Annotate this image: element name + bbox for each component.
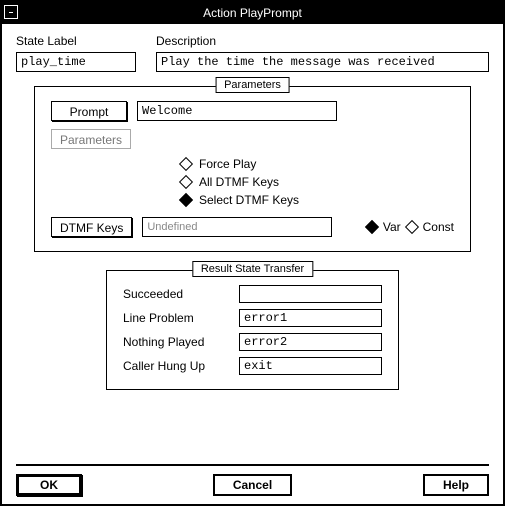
description-caption: Description [156,34,489,48]
all-dtmf-option[interactable]: All DTMF Keys [181,175,454,189]
const-label: Const [423,220,454,234]
prompt-input[interactable]: Welcome [137,101,337,121]
line-problem-input[interactable]: error1 [239,309,382,327]
nothing-played-input[interactable]: error2 [239,333,382,351]
line-problem-label: Line Problem [123,311,233,325]
all-dtmf-label: All DTMF Keys [199,175,279,189]
nothing-played-label: Nothing Played [123,335,233,349]
diamond-filled-icon [179,193,193,207]
select-dtmf-option[interactable]: Select DTMF Keys [181,193,454,207]
titlebar: Action PlayPrompt [2,2,503,24]
parameters-legend: Parameters [215,77,290,93]
select-dtmf-label: Select DTMF Keys [199,193,299,207]
system-menu-icon[interactable] [4,5,18,19]
button-bar: OK Cancel Help [2,464,503,496]
prompt-button[interactable]: Prompt [51,101,127,121]
help-button[interactable]: Help [423,474,489,496]
description-input[interactable]: Play the time the message was received [156,52,489,72]
diamond-icon [179,175,193,189]
window-title: Action PlayPrompt [203,6,302,20]
caller-hung-up-input[interactable]: exit [239,357,382,375]
dtmf-keys-button[interactable]: DTMF Keys [51,217,132,237]
dtmf-keys-input[interactable]: Undefined [142,217,332,237]
dialog-window: Action PlayPrompt State Label play_time … [0,0,505,506]
result-state-group: Result State Transfer Succeeded Line Pro… [106,270,399,390]
ok-button[interactable]: OK [16,474,82,496]
cancel-button[interactable]: Cancel [213,474,292,496]
state-label-caption: State Label [16,34,136,48]
succeeded-label: Succeeded [123,287,233,301]
diamond-icon [179,157,193,171]
result-state-legend: Result State Transfer [192,261,313,277]
force-play-label: Force Play [199,157,256,171]
state-label-input[interactable]: play_time [16,52,136,72]
parameters-group: Parameters Prompt Welcome Parameters For… [34,86,471,252]
diamond-filled-icon[interactable] [365,220,379,234]
parameters-button[interactable]: Parameters [51,129,131,149]
var-label: Var [383,220,401,234]
caller-hung-up-label: Caller Hung Up [123,359,233,373]
diamond-icon[interactable] [405,220,419,234]
succeeded-input[interactable] [239,285,382,303]
force-play-option[interactable]: Force Play [181,157,454,171]
